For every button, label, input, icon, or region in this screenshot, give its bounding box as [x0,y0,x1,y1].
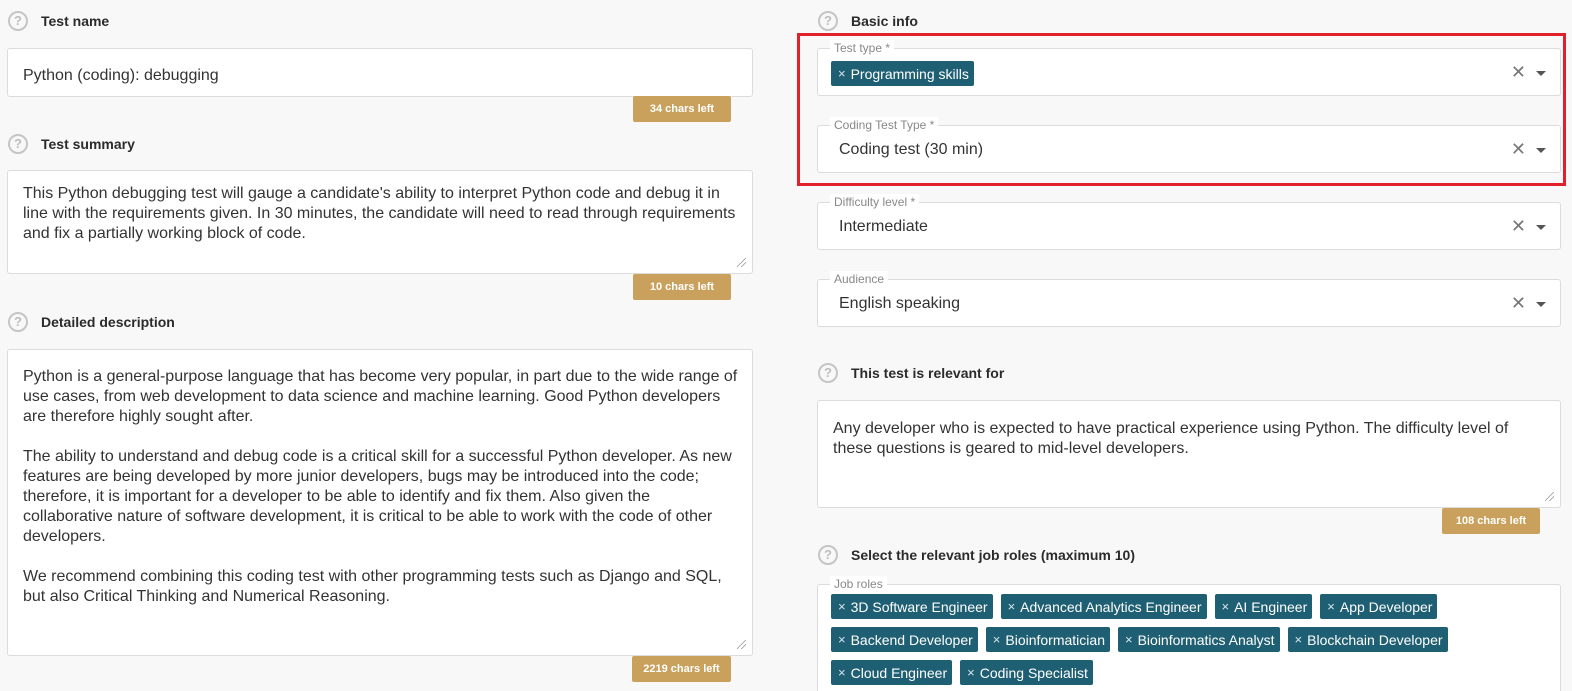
job-role-chip[interactable]: × AI Engineer [1214,594,1313,619]
job-roles-chip-list: × 3D Software Engineer × Advanced Analytics… [831,594,1551,685]
relevant-for-chars-left-badge: 108 chars left [1442,508,1540,534]
detailed-description-header: ? Detailed description [8,312,175,332]
test-settings-page: ? Test name Python (coding): debugging 3… [0,0,1572,691]
job-role-chip[interactable]: × Blockchain Developer [1287,627,1448,652]
description-paragraph: The ability to understand and debug code… [23,448,737,545]
chip-label: App Developer [1339,598,1433,615]
job-role-chip[interactable]: × Coding Specialist [960,660,1093,685]
detailed-description-content: Python is a general-purpose language tha… [23,367,741,607]
difficulty-level-value: Intermediate [839,218,928,235]
clear-icon[interactable]: ✕ [1511,293,1526,313]
relevant-for-header: ? This test is relevant for [818,363,1004,383]
difficulty-level-label: Difficulty level * [830,194,920,210]
chevron-down-icon[interactable] [1536,302,1546,307]
resize-handle-icon[interactable] [737,640,746,649]
test-summary-value: This Python debugging test will gauge a … [23,185,740,242]
job-role-chip[interactable]: × Backend Developer [831,627,978,652]
resize-handle-icon[interactable] [737,258,746,267]
job-role-chip[interactable]: × Advanced Analytics Engineer [1000,594,1207,619]
help-icon[interactable]: ? [8,134,28,154]
test-name-chars-left-badge: 34 chars left [633,96,731,122]
chip-label: Cloud Engineer [850,664,948,681]
job-role-chip[interactable]: × 3D Software Engineer [831,594,993,619]
chip-label: Bioinformatics Analyst [1137,631,1275,648]
basic-info-header: ? Basic info [818,11,918,31]
chip-label: 3D Software Engineer [850,598,988,615]
chevron-down-icon[interactable] [1536,225,1546,230]
chip-label: AI Engineer [1234,598,1308,615]
relevant-for-value: Any developer who is expected to have pr… [833,420,1513,457]
highlight-frame [797,33,1566,186]
chip-label: Coding Specialist [979,664,1088,681]
remove-chip-icon[interactable]: × [1327,599,1335,614]
remove-chip-icon[interactable]: × [1295,632,1303,647]
test-name-header: ? Test name [8,11,109,31]
help-icon[interactable]: ? [8,312,28,332]
job-roles-section-label: Select the relevant job roles (maximum 1… [851,547,1135,563]
audience-select[interactable]: Audience English speaking ✕ [817,271,1561,327]
chip-label: Advanced Analytics Engineer [1020,598,1202,615]
job-roles-select[interactable]: Job roles × 3D Software Engineer × Advanced… [817,576,1561,691]
test-name-label: Test name [41,13,110,29]
test-summary-label: Test summary [41,136,135,152]
remove-chip-icon[interactable]: × [838,599,846,614]
test-name-value: Python (coding): debugging [23,67,219,84]
job-role-chip[interactable]: × App Developer [1320,594,1438,619]
help-icon[interactable]: ? [818,363,838,383]
chip-label: Backend Developer [850,631,973,648]
remove-chip-icon[interactable]: × [838,632,846,647]
test-name-input[interactable]: Python (coding): debugging [7,48,753,97]
chip-label: Blockchain Developer [1307,631,1443,648]
description-paragraph: We recommend combining this coding test … [23,568,727,605]
resize-handle-icon[interactable] [1545,492,1554,501]
detailed-description-label: Detailed description [41,314,175,330]
job-role-chip[interactable]: × Cloud Engineer [831,660,953,685]
test-summary-textarea[interactable]: This Python debugging test will gauge a … [7,170,753,274]
help-icon[interactable]: ? [818,545,838,565]
test-summary-chars-left-badge: 10 chars left [633,274,731,300]
job-roles-header: ? Select the relevant job roles (maximum… [818,545,1135,565]
detailed-description-textarea[interactable]: Python is a general-purpose language tha… [7,349,753,656]
job-role-chip[interactable]: × Bioinformatics Analyst [1117,627,1280,652]
basic-info-label: Basic info [851,13,918,29]
remove-chip-icon[interactable]: × [838,665,846,680]
chip-label: Bioinformatician [1005,631,1105,648]
remove-chip-icon[interactable]: × [1008,599,1016,614]
audience-label: Audience [830,271,889,287]
description-paragraph: Python is a general-purpose language tha… [23,368,742,425]
clear-icon[interactable]: ✕ [1511,216,1526,236]
difficulty-level-select[interactable]: Difficulty level * Intermediate ✕ [817,194,1561,250]
remove-chip-icon[interactable]: × [1125,632,1133,647]
job-role-chip[interactable]: × Bioinformatician [985,627,1110,652]
job-roles-label: Job roles [830,576,887,592]
help-icon[interactable]: ? [818,11,838,31]
help-icon[interactable]: ? [8,11,28,31]
test-summary-header: ? Test summary [8,134,135,154]
relevant-for-label: This test is relevant for [851,365,1005,381]
audience-value: English speaking [839,295,960,312]
remove-chip-icon[interactable]: × [1222,599,1230,614]
detailed-description-chars-left-badge: 2219 chars left [632,656,731,682]
relevant-for-textarea[interactable]: Any developer who is expected to have pr… [817,400,1561,508]
remove-chip-icon[interactable]: × [993,632,1001,647]
remove-chip-icon[interactable]: × [967,665,975,680]
